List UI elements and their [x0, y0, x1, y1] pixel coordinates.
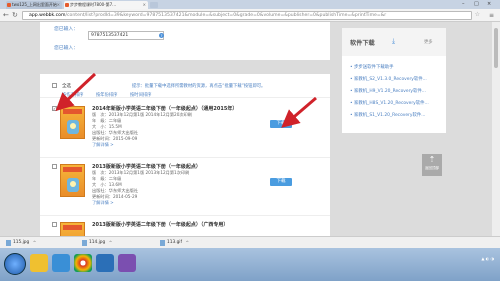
item-title[interactable]: 2014年新版小学英语二年级下册（一年级起点）（通用2015年）: [92, 105, 237, 112]
chrome-icon[interactable]: [74, 254, 92, 272]
chevron-up-icon[interactable]: ^: [186, 239, 189, 247]
software-item[interactable]: • 家教机_H8S_V1.20_Recovery软件...: [350, 100, 429, 106]
result-item: 2013版新版小学英语二年级下册（一年级起点） 版 次：2013年12月第1版 …: [40, 158, 330, 216]
system-tray[interactable]: ▲ ◐ ◑: [481, 256, 494, 261]
browser-tab-1[interactable]: two125_上网出里面开始 ×: [6, 1, 62, 9]
page-scrollbar[interactable]: [492, 22, 500, 236]
download-item[interactable]: 114.jpg ^: [82, 239, 112, 247]
back-icon[interactable]: ←: [3, 11, 9, 19]
results-toolbar: 全选 提示：批量下载中选择所需教材的资源，再点击“批量下载”按钮即可。 按作者排…: [40, 80, 330, 98]
result-item: 2014年新版小学英语二年级下册（一年级起点）（通用2015年） 版 次：201…: [40, 100, 330, 158]
download-item[interactable]: 113.gif ^: [160, 239, 189, 247]
keyword-field[interactable]: 9787513537421: [88, 31, 164, 40]
chevron-up-icon[interactable]: ^: [109, 239, 112, 247]
close-tab-icon[interactable]: ×: [57, 1, 60, 9]
software-item[interactable]: • 步步送软件下载助手: [350, 64, 394, 70]
item-checkbox[interactable]: [52, 222, 57, 227]
back-to-top-label: 返回顶部: [425, 166, 439, 170]
downloads-bar: 115.jpg ^ 114.jpg ^ 113.gif ^: [0, 236, 500, 248]
search-label-top: 您已输入：: [54, 27, 78, 32]
search-summary-panel: 您已输入： 9787513537421 ? 您已输入：: [40, 22, 330, 60]
image-file-icon: [82, 240, 87, 246]
download-button[interactable]: 下载: [270, 178, 292, 186]
arrow-up-icon: ⇡: [428, 155, 436, 164]
software-download-panel: 软件下载 ⤓ 更多 • 步步送软件下载助手 • 家教机_S2_V1.3.0_Re…: [342, 28, 446, 133]
cover-title-band: [63, 167, 82, 172]
sort-by-author[interactable]: 按作者排序: [62, 92, 83, 98]
cover-figure-face: [70, 123, 76, 129]
software-item[interactable]: • 家教机_S2_V1.3.0_Recovery软件...: [350, 76, 427, 82]
download-item[interactable]: 115.jpg ^: [6, 239, 36, 247]
more-link[interactable]: 更多: [424, 39, 433, 45]
close-window-icon[interactable]: ×: [487, 0, 491, 9]
download-filename: 114.jpg: [89, 240, 106, 245]
item-title[interactable]: 2013版新版小学英语二年级下册（一年级起点）（广西专用）: [92, 221, 228, 228]
select-all-label: 全选: [62, 84, 71, 89]
textbook-cover-image[interactable]: [60, 106, 85, 139]
image-file-icon: [6, 240, 11, 246]
maximize-icon[interactable]: □: [474, 0, 479, 9]
browser-tab-bar: two125_上网出里面开始 × 步步教程课时7800-第7... × – □ …: [0, 0, 500, 9]
url-domain: app.webbk.com: [29, 13, 66, 18]
item-checkbox[interactable]: [52, 106, 57, 111]
favicon-icon: [65, 3, 69, 7]
chevron-up-icon[interactable]: ^: [33, 239, 36, 247]
favicon-icon: [7, 3, 11, 7]
url-path: /content/list?prodId=39&keyword=97875135…: [65, 13, 387, 18]
back-to-top-button[interactable]: ⇡ 返回顶部: [422, 154, 442, 176]
start-button-icon[interactable]: [4, 253, 26, 275]
file-explorer-icon[interactable]: [30, 254, 48, 272]
download-icon: ⤓: [392, 37, 396, 45]
app-icon[interactable]: [118, 254, 136, 272]
download-filename: 113.gif: [167, 240, 183, 245]
close-tab-icon[interactable]: ×: [143, 1, 146, 9]
item-checkbox[interactable]: [52, 164, 57, 169]
tab-label: 步步教程课时7800-第7...: [70, 2, 116, 7]
item-details-link[interactable]: 了解详情 >: [92, 200, 114, 206]
scrollbar-thumb[interactable]: [494, 28, 498, 68]
menu-icon[interactable]: ≡: [489, 12, 494, 19]
browser-tab-2[interactable]: 步步教程课时7800-第7... ×: [64, 1, 148, 9]
reload-icon[interactable]: ↻: [12, 11, 18, 19]
download-button[interactable]: 下载: [270, 120, 292, 128]
ie-browser-icon[interactable]: [52, 254, 70, 272]
software-item[interactable]: • 家教机_H9_V1.20_Recovery软件...: [350, 88, 426, 94]
taskbar: ▲ ◐ ◑: [0, 248, 500, 281]
page-content: 您已输入： 9787513537421 ? 您已输入： 全选 提示：批量下载中选…: [0, 22, 492, 236]
cover-title-band: [63, 225, 82, 230]
item-details-link[interactable]: 了解详情 >: [92, 142, 114, 148]
item-title[interactable]: 2013版新版小学英语二年级下册（一年级起点）: [92, 163, 201, 170]
minimize-icon[interactable]: –: [462, 0, 465, 9]
info-icon[interactable]: ?: [159, 33, 164, 38]
download-filename: 115.jpg: [13, 240, 30, 245]
results-panel: 全选 提示：批量下载中选择所需教材的资源，再点击“批量下载”按钮即可。 按作者排…: [40, 74, 330, 236]
textbook-cover-image[interactable]: [60, 222, 85, 236]
cover-title-band: [63, 109, 82, 114]
textbook-cover-image[interactable]: [60, 164, 85, 197]
bookmark-star-icon[interactable]: ☆: [475, 11, 480, 19]
search-label-bottom: 您已输入：: [54, 46, 78, 51]
sort-by-time[interactable]: 按时间排序: [130, 92, 151, 98]
new-tab-button[interactable]: [150, 2, 158, 8]
select-all-checkbox[interactable]: [52, 83, 57, 88]
result-item: 2013版新版小学英语二年级下册（一年级起点）（广西专用）: [40, 216, 330, 236]
panel-header: 软件下载 ⤓ 更多: [342, 28, 446, 56]
url-input[interactable]: app.webbk.com/content/list?prodId=39&key…: [22, 11, 472, 20]
address-bar: ← ↻ app.webbk.com/content/list?prodId=39…: [0, 9, 500, 22]
cover-figure-face: [70, 181, 76, 187]
sort-by-year[interactable]: 按年份排序: [96, 92, 117, 98]
panel-title: 软件下载: [350, 40, 375, 47]
batch-download-tip: 提示：批量下载中选择所需教材的资源，再点击“批量下载”按钮即可。: [132, 84, 266, 89]
software-item[interactable]: • 家教机_S1_V1.20_Recovery软件...: [350, 112, 425, 118]
app-icon[interactable]: [96, 254, 114, 272]
tab-label: two125_上网出里面开始: [12, 2, 57, 7]
image-file-icon: [160, 240, 165, 246]
